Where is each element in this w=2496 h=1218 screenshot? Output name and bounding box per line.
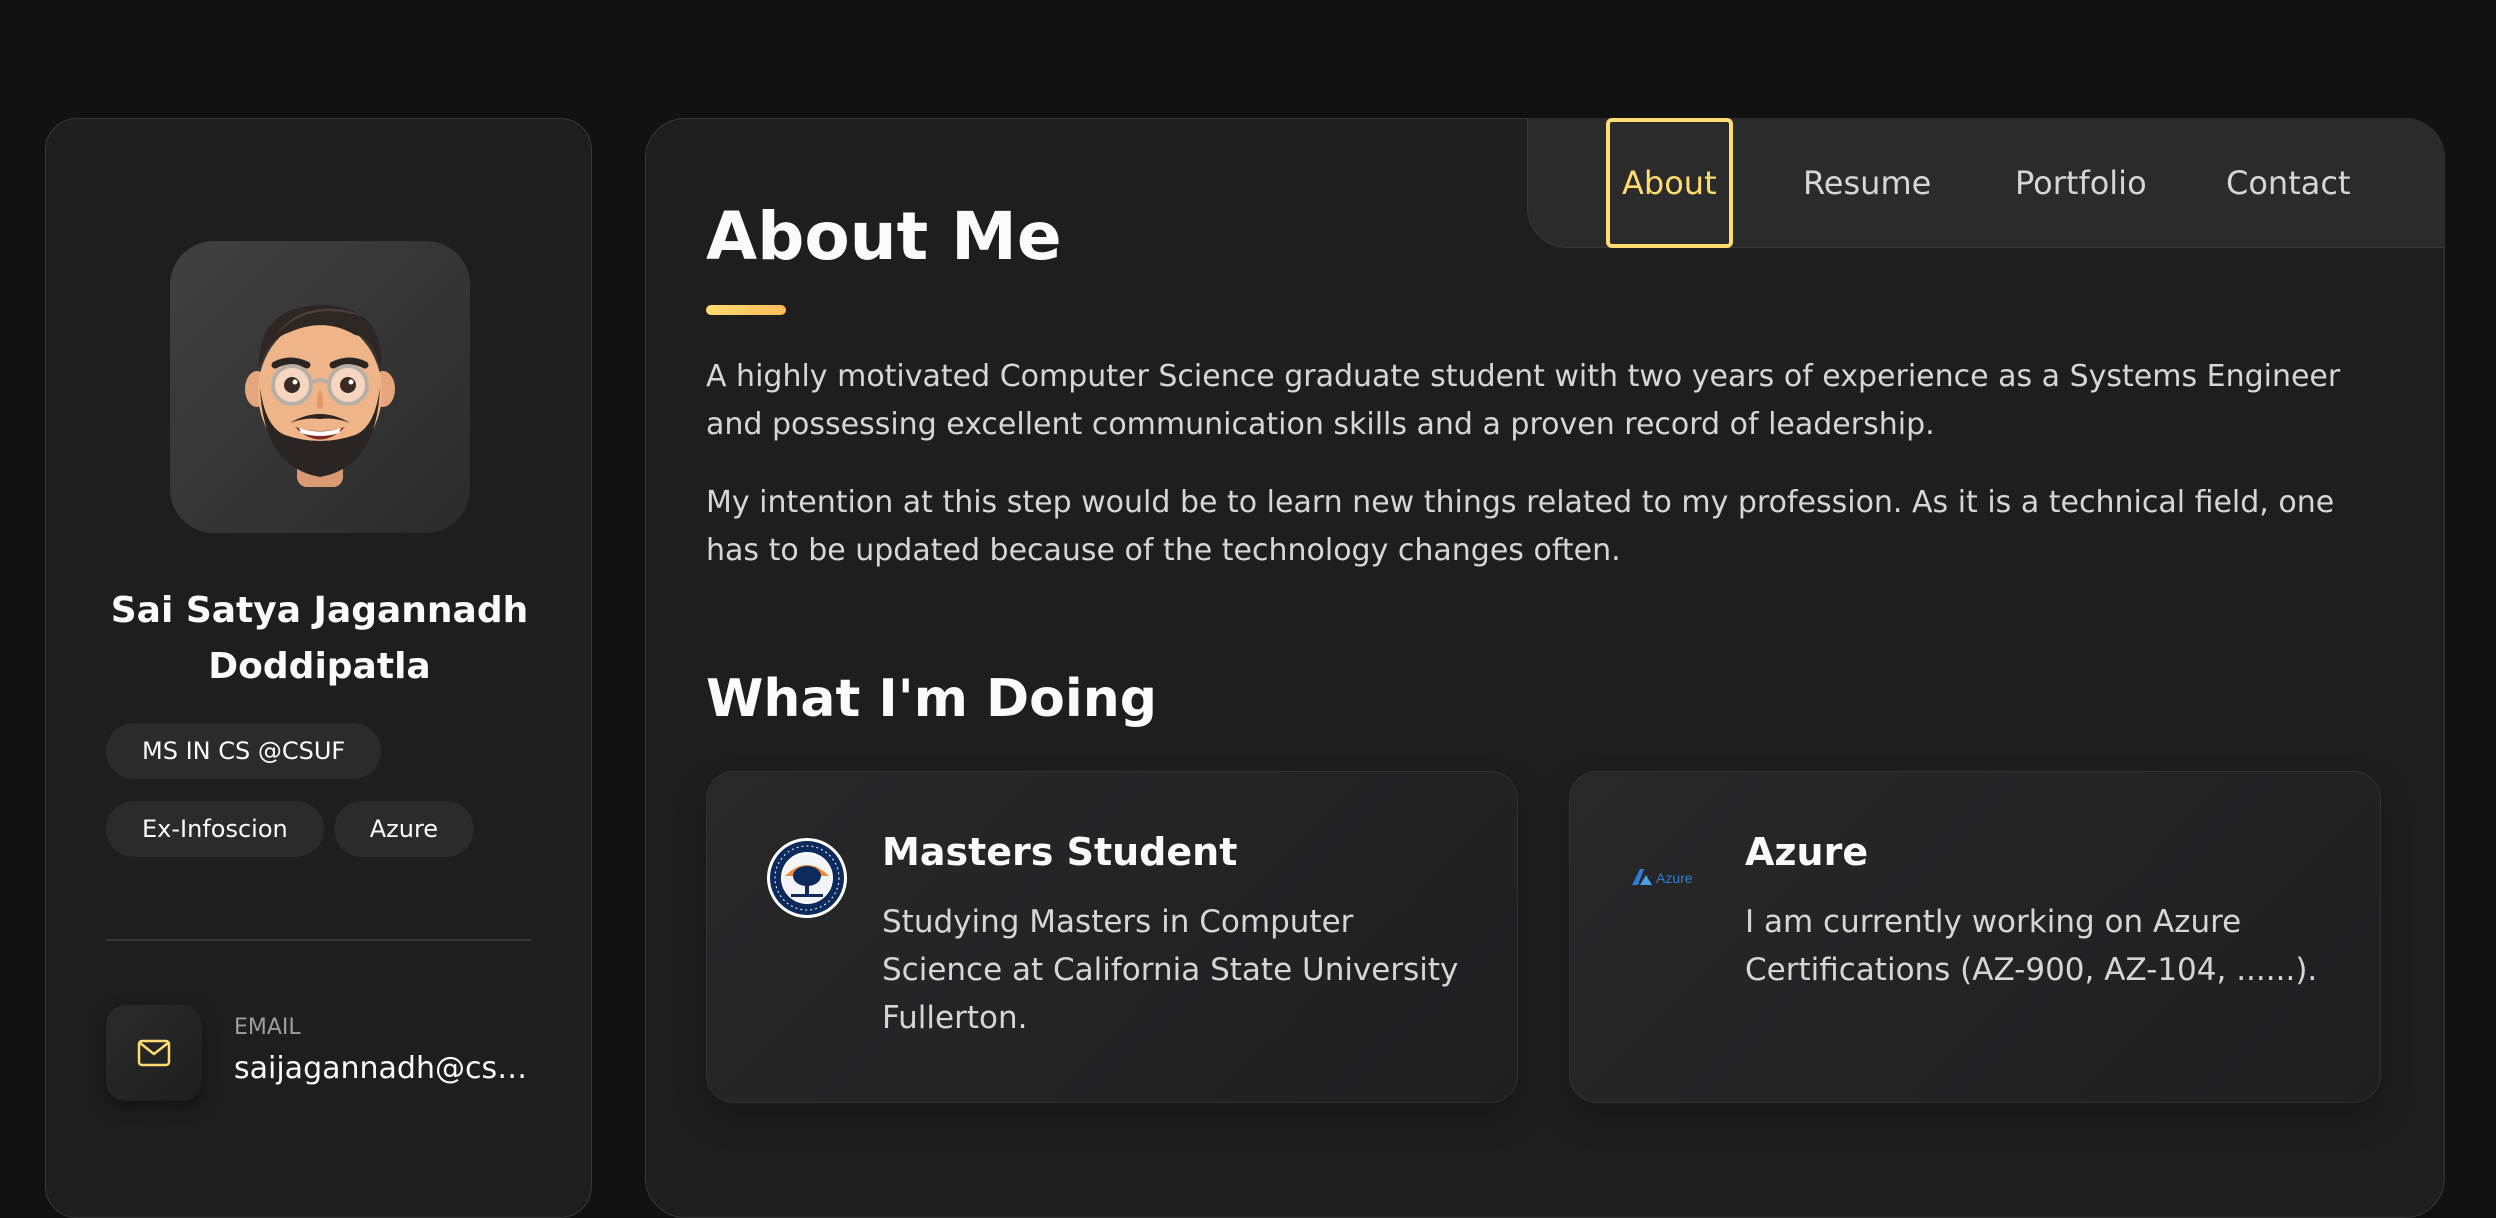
title-underline <box>706 305 786 315</box>
profile-name-line2: Doddipatla <box>208 646 431 687</box>
service-card-azure: Azure Azure I am currently working on Az… <box>1569 771 2381 1103</box>
badge-azure: Azure <box>333 801 475 857</box>
service-text-masters: Studying Masters in Computer Science at … <box>882 904 1459 1036</box>
navbar: About Resume Portfolio Contact <box>1527 118 2445 248</box>
service-title-masters: Masters Student <box>882 830 1238 874</box>
profile-name: Sai Satya Jagannadh Doddipatla <box>46 583 593 695</box>
services-title: What I'm Doing <box>706 669 1157 729</box>
azure-logo-icon: Azure <box>1632 869 1693 886</box>
contact-email-title: Email <box>234 1015 301 1040</box>
sidebar-separator <box>106 939 531 941</box>
badge-list: MS IN CS @CSUF Ex-Infoscion Azure <box>106 723 546 857</box>
csuf-seal-icon <box>767 838 847 918</box>
about-paragraph-1: A highly motivated Computer Science grad… <box>706 359 2341 442</box>
contact-email-icon-box <box>106 1005 202 1101</box>
avatar <box>170 241 470 533</box>
mail-icon <box>137 1039 171 1067</box>
badge-degree: MS IN CS @CSUF <box>106 723 382 779</box>
profile-name-line1: Sai Satya Jagannadh <box>110 590 529 631</box>
memoji-avatar-icon <box>245 305 395 487</box>
contact-email-link[interactable]: saijagannadh@csu... <box>234 1051 534 1086</box>
service-icon-box <box>765 836 849 920</box>
nav-about[interactable]: About <box>1606 118 1733 248</box>
service-title-azure: Azure <box>1745 830 1869 874</box>
nav-resume[interactable]: Resume <box>1803 118 1931 248</box>
sidebar: Sai Satya Jagannadh Doddipatla MS IN CS … <box>45 118 592 1218</box>
service-card-masters: Masters Student Studying Masters in Comp… <box>706 771 1518 1103</box>
nav-portfolio[interactable]: Portfolio <box>2015 118 2147 248</box>
about-text: A highly motivated Computer Science grad… <box>706 353 2396 605</box>
service-icon-box: Azure <box>1628 836 1712 920</box>
about-paragraph-2: My intention at this step would be to le… <box>706 485 2335 568</box>
main-content: About Resume Portfolio Contact About Me … <box>645 118 2445 1218</box>
badge-former-employer: Ex-Infoscion <box>106 801 324 857</box>
service-text-azure: I am currently working on Azure Certific… <box>1745 904 2318 988</box>
page-title: About Me <box>706 198 1062 275</box>
nav-contact[interactable]: Contact <box>2226 118 2351 248</box>
azure-logo-text: Azure <box>1656 870 1693 886</box>
